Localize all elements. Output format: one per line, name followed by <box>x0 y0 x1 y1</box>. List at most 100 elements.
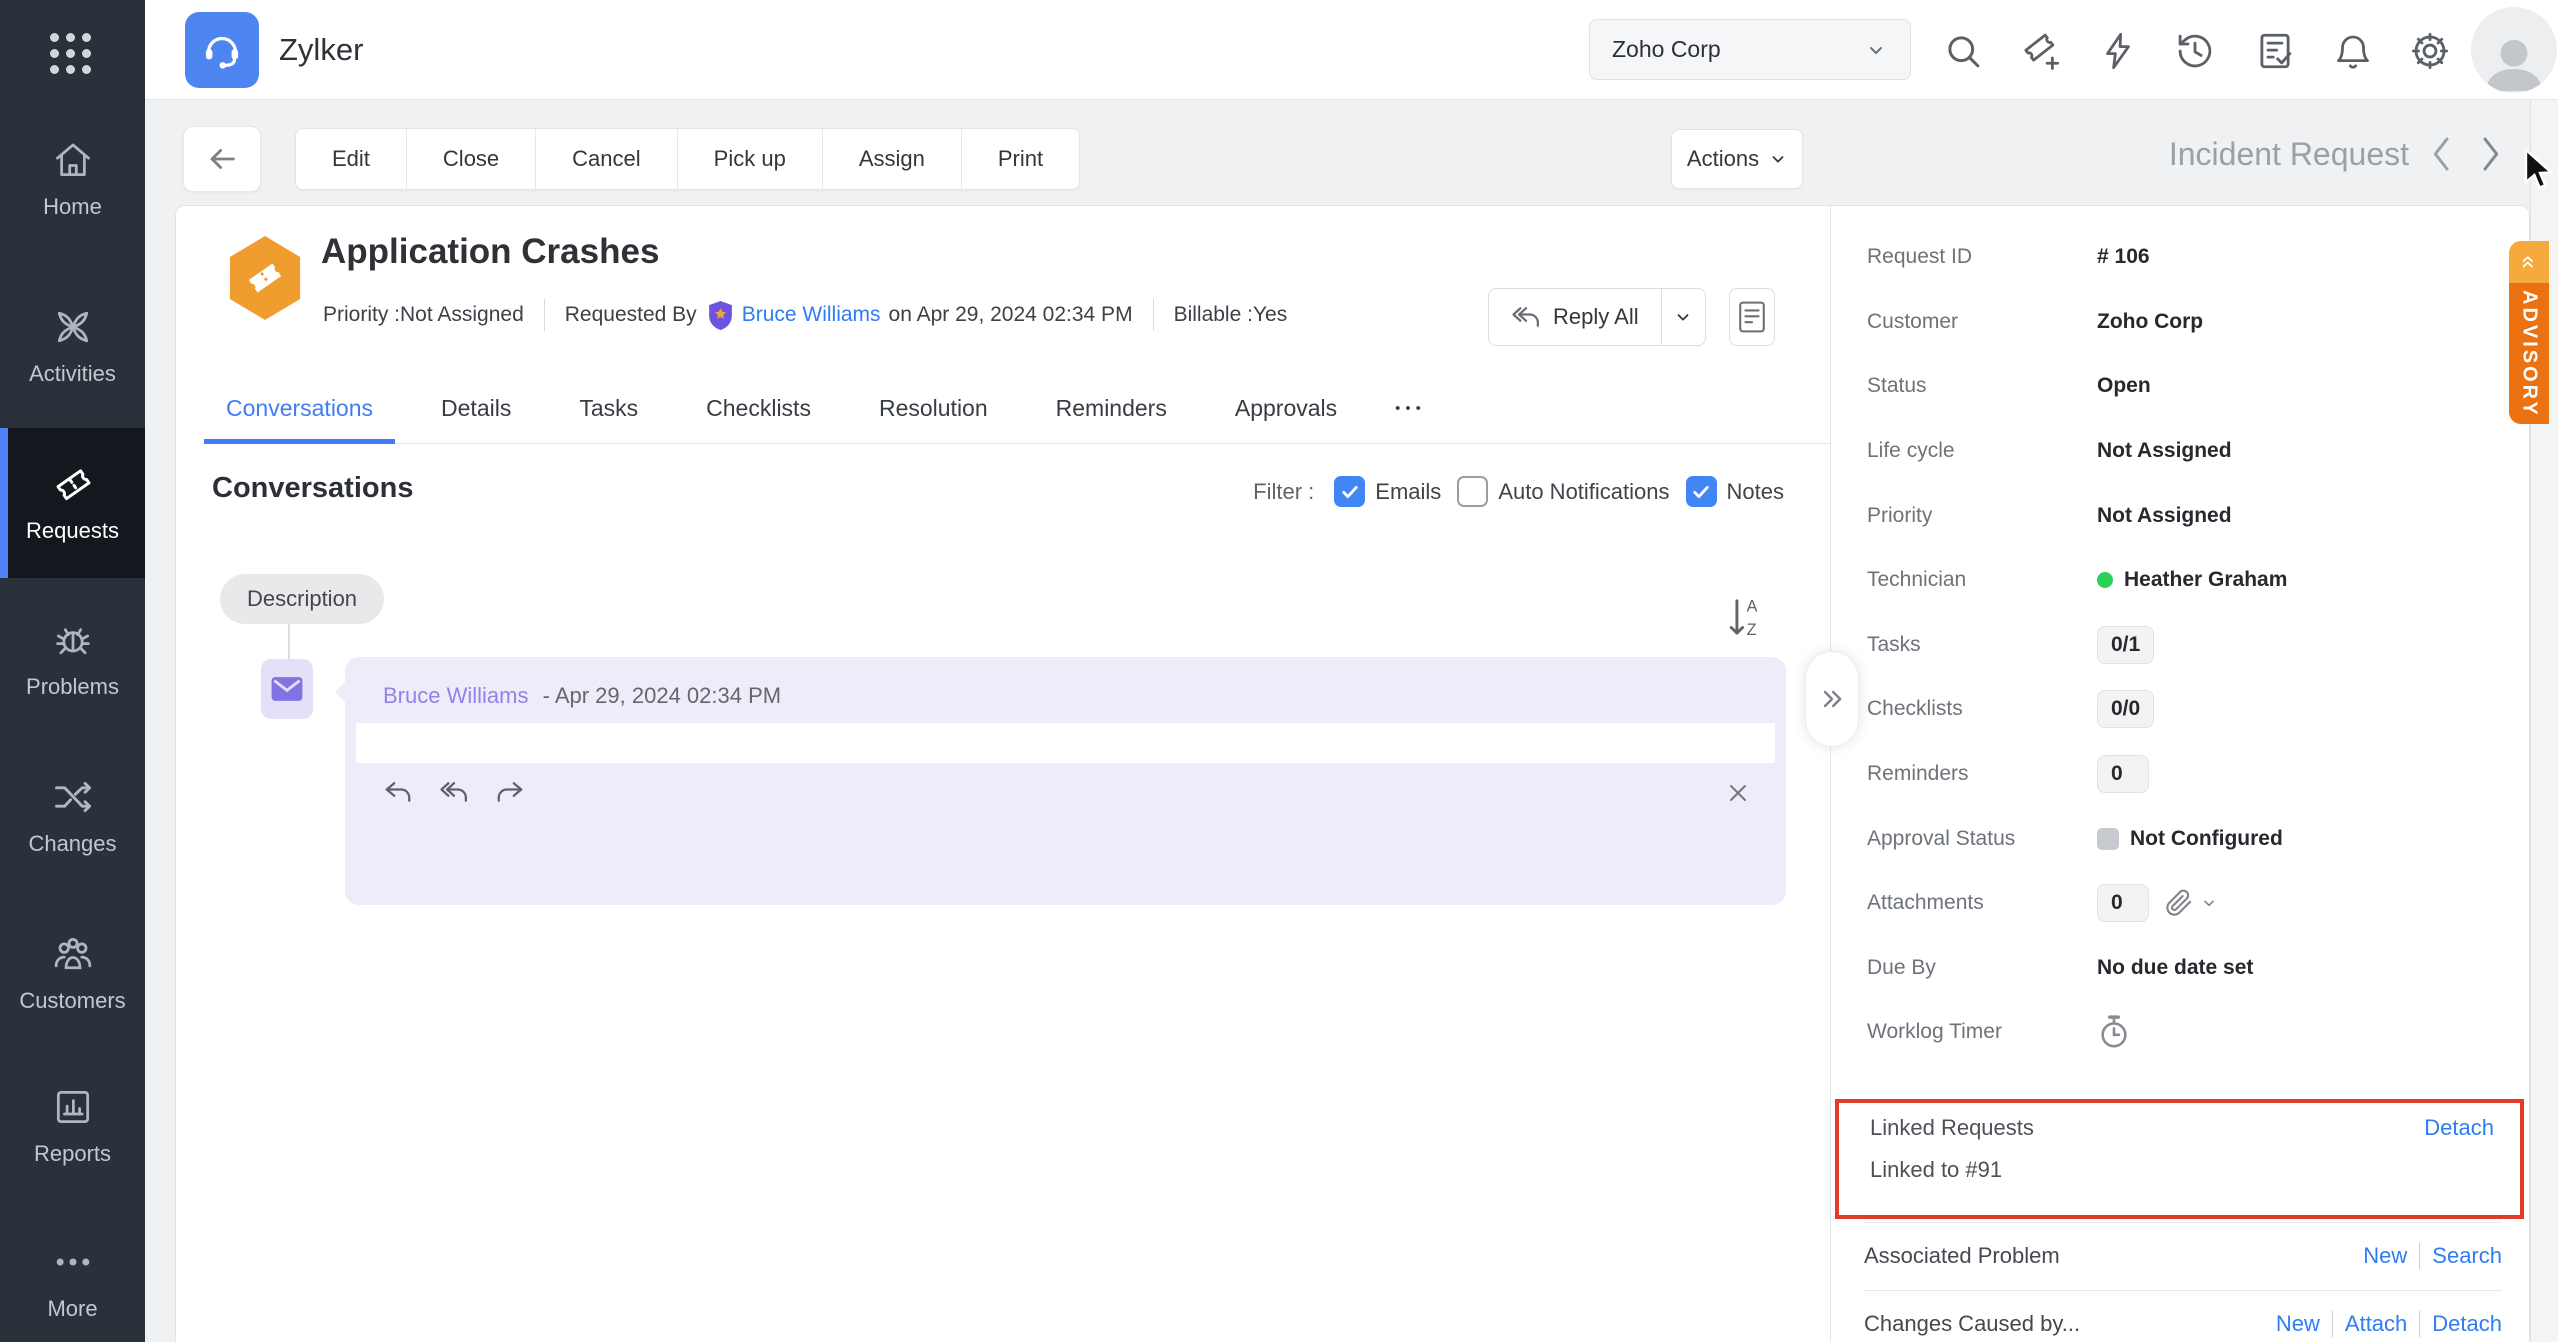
change-attach-link[interactable]: Attach <box>2331 1311 2419 1337</box>
tab-tasks[interactable]: Tasks <box>557 374 660 443</box>
incident-ticket-icon <box>229 236 301 320</box>
sidebar-item-reports[interactable]: Reports <box>0 1051 145 1201</box>
gear-icon[interactable] <box>2408 29 2452 73</box>
close-icon[interactable] <box>1726 781 1750 805</box>
field-request-id: Request ID # 106 <box>1867 245 2150 269</box>
svg-text:Z: Z <box>1747 621 1757 639</box>
sidebar-item-activities[interactable]: Activities <box>0 271 145 421</box>
request-main-pane: Application Crashes Priority : Not Assign… <box>176 206 1831 1342</box>
flash-icon[interactable] <box>2096 29 2140 73</box>
ellipsis-icon <box>51 1240 95 1284</box>
priority-label: Priority : <box>323 303 401 326</box>
back-button[interactable] <box>183 126 261 192</box>
field-due-by: Due By No due date set <box>1867 955 2254 979</box>
tab-approvals[interactable]: Approvals <box>1213 374 1359 443</box>
reply-all-icon[interactable] <box>439 779 469 805</box>
note-icon <box>1739 301 1765 333</box>
cancel-button[interactable]: Cancel <box>536 129 678 189</box>
tab-details[interactable]: Details <box>419 374 533 443</box>
stopwatch-icon[interactable] <box>2097 1013 2131 1051</box>
activities-icon <box>51 305 95 349</box>
attachments-count-badge[interactable]: 0 <box>2097 884 2149 923</box>
advisory-collapse-icon[interactable]: « <box>2509 241 2549 283</box>
page-title: Incident Request <box>2168 135 2409 172</box>
apps-grid-icon[interactable] <box>50 33 91 74</box>
billable-value: Yes <box>1252 303 1288 326</box>
auto-notifications-checkbox[interactable] <box>1457 476 1489 507</box>
emails-checkbox[interactable] <box>1334 476 1366 507</box>
next-record-icon[interactable] <box>2475 134 2505 174</box>
reply-options-chevron[interactable] <box>1660 289 1705 345</box>
sort-icon[interactable]: AZ <box>1724 594 1766 640</box>
linked-requests-highlight: Linked Requests Detach Linked to #91 <box>1835 1099 2524 1219</box>
requester-link[interactable]: Bruce Williams <box>742 303 881 327</box>
sidebar-item-changes[interactable]: Changes <box>0 741 145 891</box>
form-check-icon[interactable] <box>2253 29 2297 73</box>
detach-link[interactable]: Detach <box>2424 1115 2494 1141</box>
user-avatar[interactable] <box>2471 7 2557 93</box>
sidebar-item-label: Customers <box>19 988 126 1013</box>
history-icon[interactable] <box>2173 29 2217 73</box>
sidebar-item-more[interactable]: More <box>0 1206 145 1342</box>
home-icon <box>51 138 95 182</box>
search-icon[interactable] <box>1941 29 1985 73</box>
tab-resolution[interactable]: Resolution <box>857 374 1010 443</box>
tab-checklists[interactable]: Checklists <box>684 374 833 443</box>
sidebar-item-customers[interactable]: Customers <box>0 898 145 1048</box>
shuffle-icon <box>51 775 95 819</box>
expand-panel-button[interactable] <box>1805 651 1859 747</box>
billable-label: Billable : <box>1173 303 1253 326</box>
ticket-add-icon[interactable] <box>2019 29 2063 73</box>
auto-notifications-filter-label: Auto Notifications <box>1498 478 1670 504</box>
description-chip[interactable]: Description <box>220 574 385 624</box>
close-button[interactable]: Close <box>406 129 537 189</box>
problem-new-link[interactable]: New <box>2351 1243 2419 1269</box>
sidebar-item-home[interactable]: Home <box>0 104 145 254</box>
reply-icon[interactable] <box>383 779 413 805</box>
double-chevron-right-icon <box>1823 690 1842 708</box>
print-button[interactable]: Print <box>961 129 1080 189</box>
checklists-count-badge[interactable]: 0/0 <box>2097 690 2155 729</box>
change-detach-link[interactable]: Detach <box>2419 1311 2502 1337</box>
tab-conversations[interactable]: Conversations <box>204 374 396 444</box>
add-note-button[interactable] <box>1729 288 1775 346</box>
associated-problem-row: Associated Problem New Search <box>1864 1236 2502 1276</box>
org-selector[interactable]: Zoho Corp <box>1589 19 1911 80</box>
reminders-count-badge[interactable]: 0 <box>2097 755 2149 794</box>
sidebar-item-problems[interactable]: Problems <box>0 584 145 734</box>
message-author-link[interactable]: Bruce Williams <box>383 683 528 708</box>
request-tabs: Conversations Details Tasks Checklists R… <box>204 374 1830 444</box>
advisory-side-tab[interactable]: « ADVISORY <box>2509 241 2549 424</box>
prev-record-icon[interactable] <box>2427 134 2457 174</box>
pickup-button[interactable]: Pick up <box>677 129 823 189</box>
field-worklog-timer: Worklog Timer <box>1832 1000 2529 1065</box>
field-priority: Priority Not Assigned <box>1867 503 2232 527</box>
sidebar-item-requests[interactable]: Requests <box>0 428 145 578</box>
brand-logo-icon[interactable] <box>185 12 259 88</box>
forward-icon[interactable] <box>495 779 525 805</box>
changes-caused-by-title: Changes Caused by... <box>1864 1311 2081 1336</box>
edit-button[interactable]: Edit <box>296 129 407 189</box>
assign-button[interactable]: Assign <box>822 129 962 189</box>
requested-by-label: Requested By <box>564 303 697 326</box>
problem-search-link[interactable]: Search <box>2419 1243 2502 1269</box>
bug-icon <box>51 618 95 662</box>
field-reminders: Reminders 0 <box>1832 742 2529 807</box>
tasks-count-badge[interactable]: 0/1 <box>2097 625 2155 664</box>
email-envelope-icon <box>261 659 313 719</box>
notes-checkbox[interactable] <box>1685 476 1717 507</box>
left-sidebar: Home Activities Requests Problems Change… <box>0 0 145 1342</box>
request-toolbar: Edit Close Cancel Pick up Assign Print A… <box>175 122 2530 196</box>
tab-more[interactable]: ••• <box>1383 374 1438 443</box>
change-new-link[interactable]: New <box>2264 1311 2332 1337</box>
advisory-label: ADVISORY <box>2518 289 2541 418</box>
linked-requests-title: Linked Requests <box>1870 1115 2034 1140</box>
top-header: Zylker Zoho Corp <box>145 0 2558 100</box>
paperclip-icon <box>2166 889 2192 916</box>
reply-all-button[interactable]: Reply All <box>1489 289 1661 345</box>
bell-icon[interactable] <box>2331 29 2375 73</box>
actions-button[interactable]: Actions <box>1671 129 1803 189</box>
attach-file-button[interactable] <box>2165 889 2217 917</box>
field-approval-status: Approval Status Not Configured <box>1867 826 2283 850</box>
tab-reminders[interactable]: Reminders <box>1034 374 1189 443</box>
